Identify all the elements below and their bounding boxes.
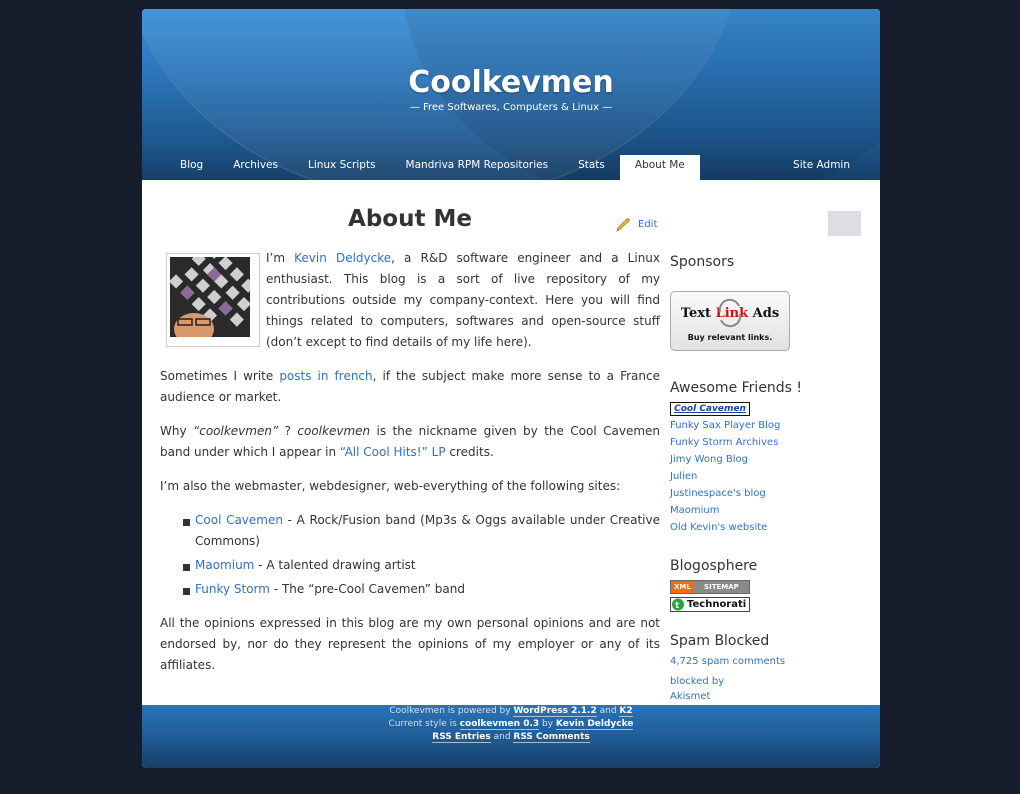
friend-link[interactable]: Maomium [670, 505, 719, 516]
text: by [539, 719, 556, 729]
text: Current style is [388, 719, 460, 729]
cool-cavemen-link[interactable]: Cool Cavemen [195, 513, 283, 527]
search-input[interactable] [828, 211, 861, 236]
footer-line-2: Current style is coolkevmen 0.3 by Kevin… [142, 718, 880, 731]
nickname-paragraph: Why “coolkevmen” ? coolkevmen is the nic… [160, 421, 660, 463]
recycle-arrows-icon [718, 298, 742, 328]
wordpress-link[interactable]: WordPress 2.1.2 [513, 706, 597, 717]
friend-link[interactable]: Justinespace's blog [670, 488, 766, 499]
site-footer: Coolkevmen is powered by WordPress 2.1.2… [142, 705, 880, 768]
spam-blocked-by[interactable]: blocked by [670, 676, 724, 687]
maomium-link[interactable]: Maomium [195, 558, 254, 572]
text: XML [671, 581, 694, 593]
sites-list: Cool Cavemen - A Rock/Fusion band (Mp3s … [160, 510, 660, 600]
text: ? [278, 424, 298, 438]
main-nav: Blog Archives Linux Scripts Mandriva RPM… [165, 155, 700, 180]
text: Text [680, 306, 712, 321]
technorati-badge[interactable]: t Technorati [670, 597, 750, 612]
list-item: Maomium - A talented drawing artist [183, 555, 660, 576]
text: Coolkevmen is powered by [389, 706, 514, 716]
list-item: Cool Cavemen - A Rock/Fusion band (Mp3s … [183, 510, 660, 552]
text: I’m [266, 251, 295, 265]
xml-sitemap-badge[interactable]: XML SITEMAP [670, 580, 750, 594]
text: Sometimes I write [160, 369, 280, 383]
text: coolkevmen [297, 424, 371, 438]
french-posts-paragraph: Sometimes I write posts in french, if th… [160, 366, 660, 408]
blog-tagline: — Free Softwares, Computers & Linux — [409, 102, 613, 113]
text: SITEMAP [693, 581, 749, 593]
spam-heading: Spam Blocked [670, 633, 770, 649]
rss-comments-link[interactable]: RSS Comments [513, 732, 590, 743]
friend-link[interactable]: Julien [670, 471, 697, 482]
text: , a R&D software engineer and a Linux en… [266, 251, 661, 349]
author-link[interactable]: Kevin Deldycke [555, 719, 634, 730]
text: and [490, 732, 514, 742]
post-body: I’m Kevin Deldycke, a R&D software engin… [160, 244, 661, 689]
text: Ads [752, 306, 780, 321]
text: Why [160, 424, 193, 438]
text: - The “pre-Cool Cavemen” band [269, 582, 465, 596]
french-posts-link[interactable]: posts in french [279, 369, 372, 383]
svg-text:t: t [675, 601, 680, 611]
edit-label: Edit [638, 219, 658, 230]
friend-link[interactable]: Old Kevin's website [670, 522, 767, 533]
pencil-icon [616, 218, 630, 232]
blogosphere-heading: Blogosphere [670, 558, 758, 574]
cool-cavemen-badge[interactable]: Cool Cavemen [670, 402, 750, 416]
friends-heading: Awesome Friends ! [670, 380, 803, 396]
author-photo [166, 244, 260, 347]
disclaimer-paragraph: All the opinions expressed in this blog … [160, 616, 660, 672]
site-header: Coolkevmen — Free Softwares, Computers &… [142, 9, 880, 180]
funky-storm-link[interactable]: Funky Storm [195, 582, 270, 596]
akismet-link[interactable]: Akismet [670, 691, 710, 702]
nav-item-mandriva-rpm[interactable]: Mandriva RPM Repositories [391, 155, 564, 180]
webmaster-paragraph: I’m also the webmaster, webdesigner, web… [160, 479, 621, 493]
lp-credits-link[interactable]: “All Cool Hits!” LP [340, 445, 446, 459]
technorati-icon: t [672, 598, 684, 611]
nav-item-linux-scripts[interactable]: Linux Scripts [293, 155, 391, 180]
spam-count-link[interactable]: 4,725 spam comments [670, 656, 785, 667]
nav-item-archives[interactable]: Archives [218, 155, 293, 180]
friend-link[interactable]: Jimy Wong Blog [670, 454, 748, 465]
list-item: Funky Storm - The “pre-Cool Cavemen” ban… [183, 579, 660, 600]
blog-title[interactable]: Coolkevmen [142, 65, 880, 100]
site-admin-link[interactable]: Site Admin [793, 155, 850, 176]
text: Technorati [687, 599, 747, 610]
text-link-ads-banner[interactable]: Text Link Ads Buy relevant links. [670, 291, 790, 351]
author-photo-image [168, 244, 256, 345]
text: “coolkevmen” [193, 424, 279, 438]
footer-line-1: Coolkevmen is powered by WordPress 2.1.2… [142, 705, 880, 718]
sponsors-heading: Sponsors [670, 254, 735, 270]
textlink-tagline: Buy relevant links. [687, 333, 773, 342]
intro-paragraph: I’m Kevin Deldycke, a R&D software engin… [160, 244, 661, 353]
nav-item-about-me[interactable]: About Me [619, 155, 700, 180]
k2-link[interactable]: K2 [619, 706, 633, 717]
friend-link[interactable]: Funky Sax Player Blog [670, 420, 780, 431]
footer-line-3: RSS Entries and RSS Comments [142, 731, 880, 744]
page-container: Coolkevmen — Free Softwares, Computers &… [142, 9, 880, 768]
style-link[interactable]: coolkevmen 0.3 [459, 719, 540, 730]
text: - A talented drawing artist [254, 558, 416, 572]
edit-link[interactable]: Edit [616, 218, 657, 232]
author-name-link[interactable]: Kevin Deldycke [294, 251, 391, 265]
text: credits. [445, 445, 494, 459]
friend-link[interactable]: Funky Storm Archives [670, 437, 778, 448]
page-title: About Me [348, 206, 472, 232]
rss-entries-link[interactable]: RSS Entries [432, 732, 491, 743]
nav-item-stats[interactable]: Stats [563, 155, 620, 180]
nav-item-blog[interactable]: Blog [165, 155, 218, 180]
text: and [596, 706, 620, 716]
